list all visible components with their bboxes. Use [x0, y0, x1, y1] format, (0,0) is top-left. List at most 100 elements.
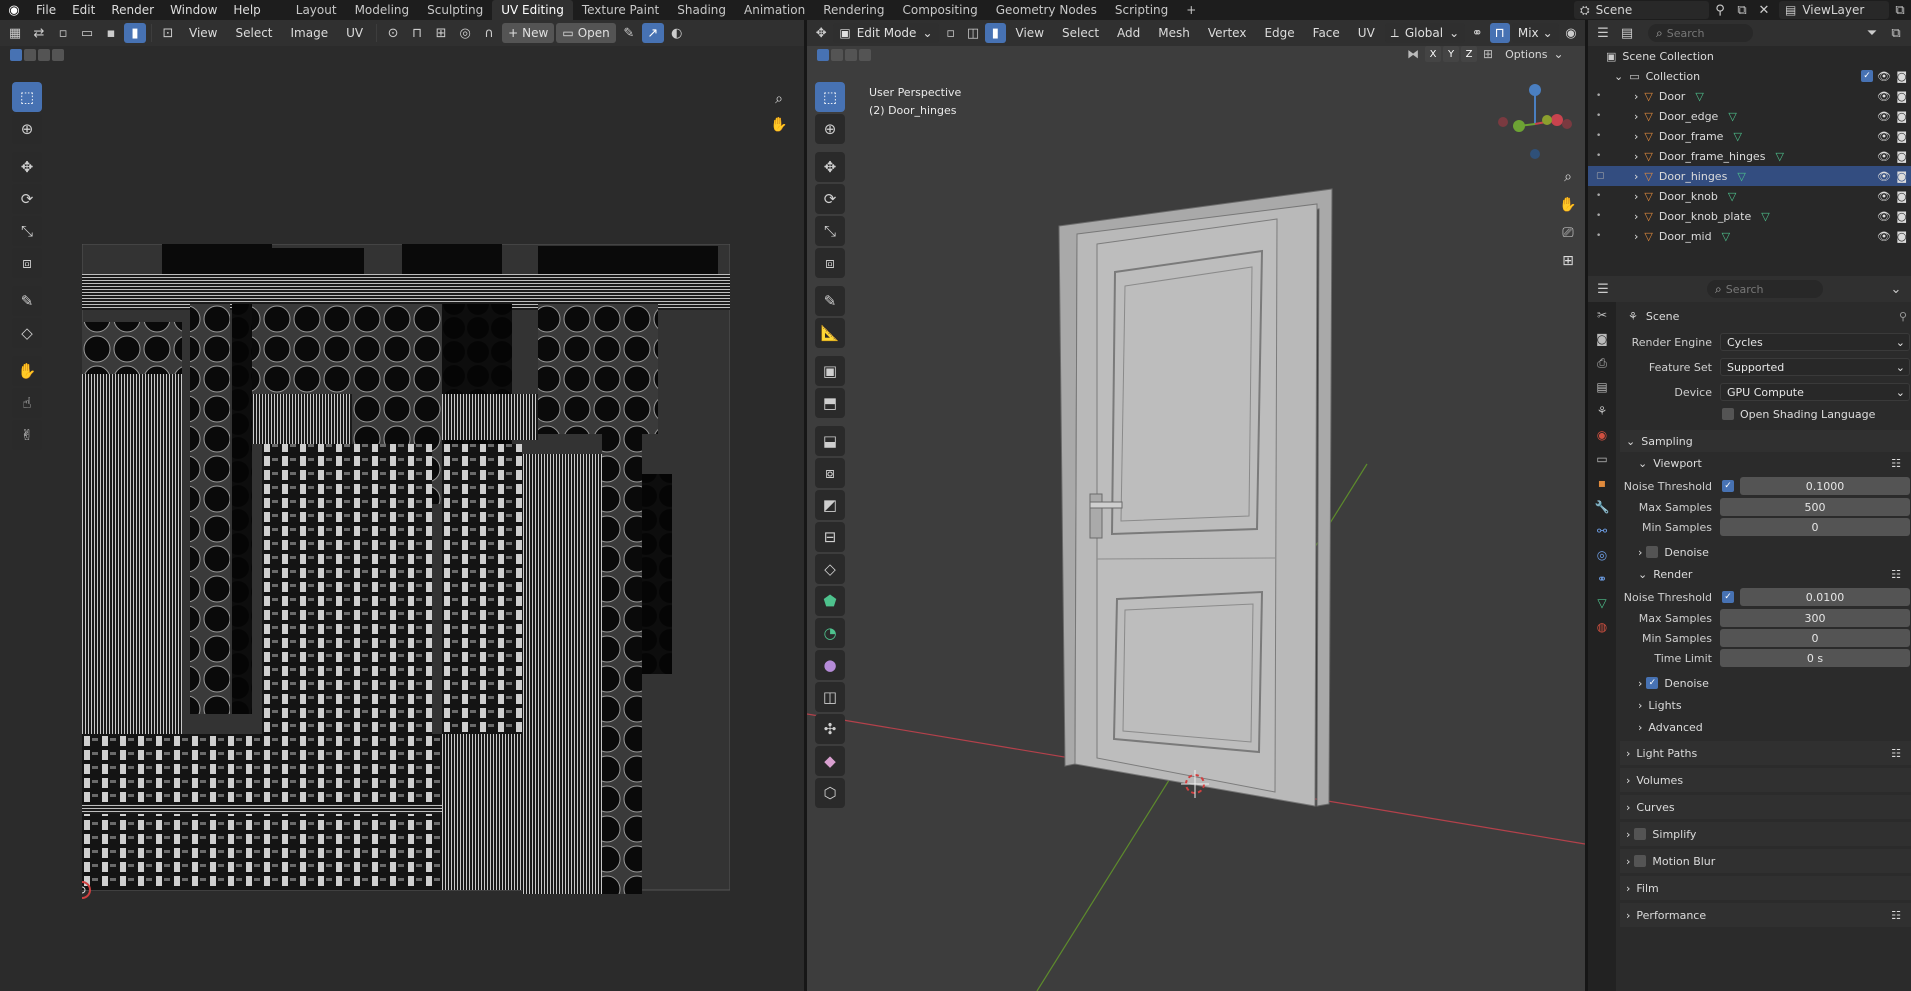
open-image-button[interactable]: ▭ Open: [556, 23, 616, 43]
render-icon[interactable]: ◙: [1896, 70, 1907, 83]
falloff-icon[interactable]: ∩: [478, 23, 500, 43]
viewport-subpanel-header[interactable]: ⌄ Viewport ☷: [1620, 452, 1911, 474]
collection-checkbox[interactable]: ✓: [1861, 70, 1873, 82]
editor-type-icon[interactable]: ☰: [1592, 23, 1614, 43]
restrict-select-icon[interactable]: •: [1596, 191, 1612, 201]
r-max-samples-field[interactable]: 300: [1720, 609, 1910, 627]
viewport-menu-view[interactable]: View: [1008, 26, 1052, 40]
outliner-object-row[interactable]: • › ▽ Door_edge ▽ 👁 ◙: [1588, 106, 1911, 126]
viewport-menu-edge[interactable]: Edge: [1256, 26, 1302, 40]
tab-sculpting[interactable]: Sculpting: [418, 0, 492, 20]
filter-icon[interactable]: ⏷: [1861, 23, 1883, 43]
island-select-icon[interactable]: ▮: [124, 23, 146, 43]
proportional-edit-icon[interactable]: ◎: [454, 23, 476, 43]
outliner-object-row[interactable]: ▢ › ▽ Door_hinges ▽ 👁 ◙: [1588, 166, 1911, 186]
constraints-tab-icon[interactable]: ⚭: [1593, 570, 1611, 588]
mirror-icon[interactable]: ⧓: [1407, 47, 1419, 61]
select-box-tool-icon[interactable]: ⬚: [12, 82, 42, 112]
editor-type-icon[interactable]: ✥: [811, 23, 831, 43]
uv-pan-icon[interactable]: ✋: [766, 112, 792, 138]
rotate-tool-icon[interactable]: ⟳: [12, 184, 42, 214]
tab-shading[interactable]: Shading: [668, 0, 735, 20]
new-scene-icon[interactable]: ⧉: [1731, 0, 1753, 20]
scale-tool-icon[interactable]: ⤡: [815, 216, 845, 246]
pin-icon[interactable]: ✎: [618, 23, 640, 43]
spin-tool-icon[interactable]: ◔: [815, 618, 845, 648]
vp-max-samples-field[interactable]: 500: [1720, 498, 1910, 516]
mode-dropdown[interactable]: ▣ Edit Mode ⌄: [833, 23, 939, 43]
menu-window[interactable]: Window: [162, 0, 225, 20]
mesh-data-icon[interactable]: ▽: [1722, 230, 1730, 243]
editor-type-icon[interactable]: ▦: [4, 23, 26, 43]
render-icon[interactable]: ◙: [1896, 230, 1907, 243]
list-icon[interactable]: ☷: [1891, 747, 1901, 760]
delete-scene-icon[interactable]: ✕: [1753, 0, 1775, 20]
chevron-right-icon[interactable]: ›: [1634, 150, 1638, 163]
render-icon[interactable]: ◙: [1896, 170, 1907, 183]
render-icon[interactable]: ◙: [1896, 150, 1907, 163]
overlay-icon[interactable]: ◐: [666, 23, 688, 43]
mirror-x-toggle[interactable]: X: [1425, 46, 1441, 62]
tab-geometry-nodes[interactable]: Geometry Nodes: [987, 0, 1106, 20]
film-panel-header[interactable]: › Film: [1620, 876, 1911, 900]
blender-logo-icon[interactable]: ◉: [0, 0, 28, 20]
render-subpanel-header[interactable]: ⌄ Render ☷: [1620, 563, 1911, 585]
gizmo-icon[interactable]: ↗: [641, 23, 664, 43]
chevron-right-icon[interactable]: ›: [1634, 110, 1638, 123]
outliner-object-row[interactable]: • › ▽ Door_frame_hinges ▽ 👁 ◙: [1588, 146, 1911, 166]
viewport-menu-select[interactable]: Select: [1054, 26, 1107, 40]
pivot-point-icon[interactable]: ⚭: [1467, 23, 1487, 43]
edge-slide-tool-icon[interactable]: ◫: [815, 682, 845, 712]
tab-uv-editing[interactable]: UV Editing: [492, 0, 573, 20]
new-view-layer-icon[interactable]: ⧉: [1889, 0, 1911, 20]
annotate-tool-icon[interactable]: ✎: [815, 286, 845, 316]
move-tool-icon[interactable]: ✥: [815, 152, 845, 182]
relax-tool-icon[interactable]: ☝: [12, 388, 42, 418]
outliner-search[interactable]: ⌕ Search: [1648, 24, 1753, 42]
display-mode-icon[interactable]: ▤: [1616, 23, 1638, 43]
new-image-button[interactable]: + New: [502, 23, 555, 43]
modifier-tab-icon[interactable]: 🔧: [1593, 498, 1611, 516]
render-engine-dropdown[interactable]: Cycles ⌄: [1720, 333, 1910, 351]
tab-modeling[interactable]: Modeling: [346, 0, 419, 20]
simplify-panel-header[interactable]: › Simplify: [1620, 822, 1911, 846]
render-icon[interactable]: ◙: [1896, 110, 1907, 123]
door-mesh[interactable]: [1058, 188, 1333, 807]
viewport-menu-face[interactable]: Face: [1305, 26, 1348, 40]
menu-help[interactable]: Help: [225, 0, 268, 20]
curves-panel-header[interactable]: › Curves: [1620, 795, 1911, 819]
visibility-icon[interactable]: 👁: [1877, 130, 1891, 143]
chevron-down-icon[interactable]: ⌄: [1885, 279, 1907, 299]
material-tab-icon[interactable]: ◍: [1593, 618, 1611, 636]
viewport-menu-mesh[interactable]: Mesh: [1150, 26, 1198, 40]
uv-layout-canvas[interactable]: [82, 244, 730, 912]
viewport-menu-uv[interactable]: UV: [1350, 26, 1383, 40]
list-icon[interactable]: ☷: [1891, 457, 1901, 470]
poly-build-tool-icon[interactable]: ⬟: [815, 586, 845, 616]
select-mode-invert-icon[interactable]: [52, 49, 64, 61]
face-select-icon[interactable]: ▪: [100, 23, 122, 43]
select-mode-subtract-icon[interactable]: [845, 49, 857, 61]
move-tool-icon[interactable]: ✥: [12, 152, 42, 182]
editor-type-icon[interactable]: ☰: [1592, 279, 1614, 299]
extrude-region-tool-icon[interactable]: ⬓: [815, 426, 845, 456]
vp-noise-threshold-field[interactable]: 0.1000: [1740, 477, 1910, 495]
edge-select-icon[interactable]: ▭: [76, 23, 98, 43]
snap-target-icon[interactable]: ⊞: [430, 23, 452, 43]
add-workspace-button[interactable]: +: [1177, 0, 1205, 20]
select-mode-new-icon[interactable]: [817, 49, 829, 61]
mesh-data-icon[interactable]: ▽: [1728, 110, 1736, 123]
visibility-icon[interactable]: 👁: [1877, 90, 1891, 103]
viewport-scene[interactable]: [807, 64, 1585, 991]
scene-collection-row[interactable]: ▣ Scene Collection: [1588, 46, 1911, 66]
r-time-limit-field[interactable]: 0 s: [1720, 649, 1910, 667]
select-box-tool-icon[interactable]: ⬚: [815, 82, 845, 112]
select-mode-invert-icon[interactable]: [859, 49, 871, 61]
chevron-right-icon[interactable]: ›: [1634, 210, 1638, 223]
scene-tab-icon[interactable]: ⚘: [1593, 402, 1611, 420]
bevel-tool-icon[interactable]: ◩: [815, 490, 845, 520]
outliner-object-row[interactable]: • › ▽ Door_frame ▽ 👁 ◙: [1588, 126, 1911, 146]
render-tab-icon[interactable]: ◙: [1593, 330, 1611, 348]
chevron-right-icon[interactable]: ›: [1634, 230, 1638, 243]
select-mode-extend-icon[interactable]: [831, 49, 843, 61]
